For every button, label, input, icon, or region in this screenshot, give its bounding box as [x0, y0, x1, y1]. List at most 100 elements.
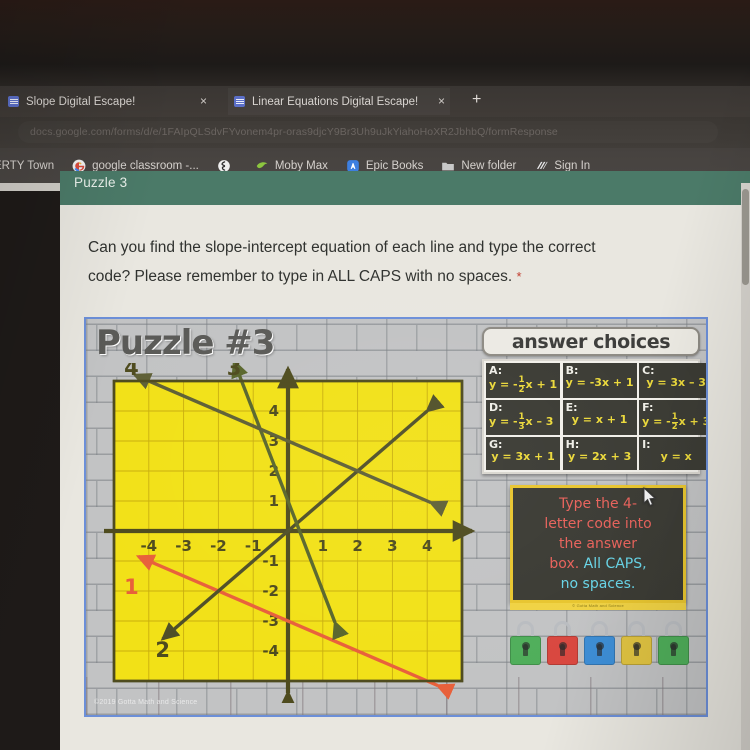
answer-choice-equation: y = -3x + 1 [566, 376, 634, 390]
equation-text: x + 3 [678, 415, 708, 429]
answer-choice-key: E: [565, 401, 578, 414]
equation-text: x – 3 [525, 415, 554, 429]
bookmark-erty-town[interactable]: ERTY Town [0, 154, 63, 178]
browser-tab-2[interactable]: Linear Equations Digital Escape! [228, 88, 450, 115]
page-scrollbar[interactable] [741, 183, 750, 750]
note-line-1: Type the 4- [559, 496, 637, 512]
mouse-cursor [643, 487, 657, 507]
monitor-bezel [0, 0, 750, 86]
lock-icon [658, 621, 689, 665]
y-tick-label: 1 [269, 492, 279, 510]
bookmark-label: ERTY Town [0, 159, 55, 172]
x-tick-label: -1 [245, 537, 262, 555]
tab-strip: Slope Digital Escape! × Linear Equations… [0, 86, 750, 117]
question-line-1: Can you find the slope-intercept equatio… [88, 239, 596, 256]
note-line-5: no spaces. [560, 576, 636, 592]
fraction: 12 [671, 412, 678, 432]
answer-choice-D: D: y = -13x – 3 [486, 400, 561, 435]
browser-chrome: Slope Digital Escape! × Linear Equations… [0, 86, 750, 183]
y-tick-label: -4 [262, 642, 279, 660]
question-line-2: code? Please remember to type in ALL CAP… [88, 268, 513, 285]
equation-text: y = 2x + 3 [567, 450, 632, 463]
answer-choices-panel: answer choices A: y = -12x + 1 B: y = -3x +… [482, 327, 706, 474]
tab-title: Linear Equations Digital Escape! [252, 95, 419, 108]
page-title: Puzzle 3 [74, 175, 128, 190]
page-left-strip [0, 183, 60, 191]
browser-tab-1[interactable]: Slope Digital Escape! [2, 88, 220, 115]
line-label-1: 1 [124, 575, 139, 599]
answer-choice-B: B: y = -3x + 1 [562, 363, 637, 398]
bookmark-label: Sign In [554, 159, 591, 172]
answer-choice-C: C: y = 3x – 3 [639, 363, 706, 398]
answer-choice-key: C: [642, 364, 655, 377]
worksheet-title: Puzzle #3 [96, 323, 275, 363]
x-tick-label: 1 [318, 537, 328, 555]
photographed-screen: Slope Digital Escape! × Linear Equations… [0, 0, 750, 750]
equation-text: y = - [489, 415, 518, 429]
note-footer: © Gotta Math and Science [510, 603, 686, 610]
omnibox-row: docs.google.com/forms/d/e/1FAIpQLSdvFYvo… [0, 117, 750, 148]
tab-title: Slope Digital Escape! [26, 95, 136, 108]
answer-choice-equation: y = 3x + 1 [489, 450, 557, 464]
new-tab-button[interactable]: + [472, 92, 481, 108]
answer-choice-A: A: y = -12x + 1 [486, 363, 561, 398]
lock-icon [621, 621, 652, 665]
fraction: 13 [518, 412, 525, 432]
answer-choices-title: answer choices [511, 330, 671, 353]
lock-row [510, 617, 696, 665]
equation-text: x + 1 [525, 378, 558, 392]
puzzle-image[interactable]: ©2019 Gotta Math and Science Puzzle #3 -… [84, 317, 708, 717]
lock-icon [510, 621, 541, 665]
answer-choice-equation: y = x [642, 450, 706, 464]
answer-choice-key: G: [489, 438, 503, 451]
bookmark-label: google classroom -... [92, 159, 199, 172]
address-bar[interactable]: docs.google.com/forms/d/e/1FAIpQLSdvFYvo… [18, 121, 718, 143]
scrollbar-thumb[interactable] [742, 189, 749, 285]
address-bar-url: docs.google.com/forms/d/e/1FAIpQLSdvFYvo… [30, 126, 558, 138]
form-icon [8, 96, 19, 107]
x-tick-label: -2 [210, 537, 227, 555]
equation-text: y = - [642, 415, 671, 429]
bookmark-label: New folder [461, 159, 517, 172]
instruction-note: Type the 4- letter code into the answer … [510, 485, 686, 603]
answer-choice-key: H: [565, 438, 580, 451]
answer-choice-equation: y = -12x + 1 [489, 376, 557, 395]
lock-keyhole [558, 642, 567, 656]
lock-icon [584, 621, 615, 665]
lock-keyhole [669, 642, 678, 656]
equation-text: y = 3x + 1 [491, 450, 555, 463]
lock-keyhole [521, 642, 530, 656]
bookmark-label: Moby Max [274, 159, 328, 172]
answer-choice-G: G: y = 3x + 1 [486, 437, 561, 470]
form-section-header: Puzzle 3 [60, 171, 750, 205]
x-tick-label: 4 [422, 537, 432, 555]
line-label-2: 2 [155, 638, 170, 662]
answer-choice-equation: y = 2x + 3 [566, 450, 634, 464]
x-tick-label: 3 [387, 537, 397, 555]
question-text: Can you find the slope-intercept equatio… [88, 233, 688, 291]
equation-text: y = x + 1 [571, 413, 628, 426]
form-icon [234, 96, 245, 107]
tab-close-icon-2[interactable]: × [438, 94, 445, 108]
tab-close-icon-1[interactable]: × [200, 94, 207, 108]
lock-icon [547, 621, 578, 665]
bookmark-label: Epic Books [365, 159, 424, 172]
y-tick-label: 4 [269, 402, 279, 420]
answer-choice-E: E: y = x + 1 [562, 400, 637, 435]
x-tick-label: -4 [140, 537, 157, 555]
answer-choice-key: I: [642, 438, 651, 451]
equation-text: y = 3x – 3 [646, 376, 706, 389]
answer-choices-heading: answer choices [482, 327, 700, 356]
answer-choice-H: H: y = 2x + 3 [562, 437, 637, 470]
x-tick-label: -3 [175, 537, 192, 555]
note-line-4a: box. [549, 556, 580, 572]
coordinate-graph: -4 -3 -2 -1 1 2 3 4 4 3 2 1 -1 -2 -3 -4 1 2 3 4 [104, 363, 476, 703]
line-label-3: 3 [227, 363, 242, 380]
answer-choice-equation: y = -12x + 3 [642, 412, 708, 432]
lock-keyhole [632, 642, 641, 656]
answer-choice-key: B: [565, 364, 579, 377]
answer-choice-F: F: y = -12x + 3 [639, 400, 708, 435]
line-label-4: 4 [124, 363, 139, 380]
answer-choices-grid: A: y = -12x + 1 B: y = -3x + 1 C: y = 3x – 3D… [482, 359, 706, 474]
google-form-page: Puzzle 3 Can you find the slope-intercep… [0, 171, 750, 750]
